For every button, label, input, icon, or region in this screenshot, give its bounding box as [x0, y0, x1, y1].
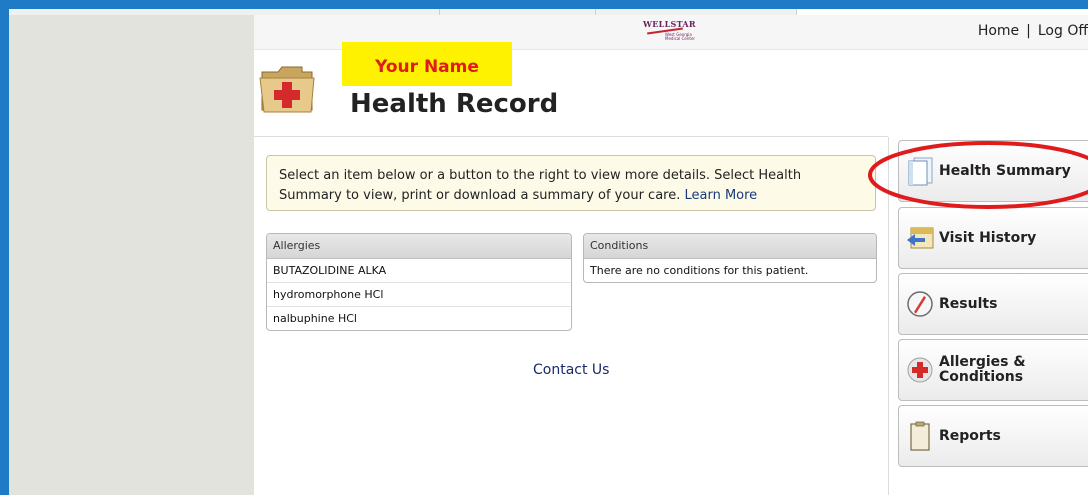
learn-more-link[interactable]: Learn More [684, 188, 757, 203]
health-folder-icon [259, 66, 315, 113]
results-icon [907, 291, 933, 317]
condition-row: There are no conditions for this patient… [590, 264, 809, 277]
allergies-conditions-button[interactable]: Allergies & Conditions [898, 339, 1088, 401]
conditions-header: Conditions [584, 234, 876, 259]
info-box: Select an item below or a button to the … [266, 155, 876, 211]
results-button[interactable]: Results [898, 273, 1088, 335]
reports-button[interactable]: Reports [898, 405, 1088, 467]
results-label: Results [939, 295, 998, 312]
home-link[interactable]: Home [978, 23, 1019, 39]
contact-us-link[interactable]: Contact Us [533, 362, 609, 378]
top-links: Home | Log Off [978, 23, 1088, 39]
your-name-highlight: Your Name [342, 42, 512, 86]
title-divider [254, 136, 888, 137]
allergies-conditions-label: Allergies & Conditions [939, 354, 1026, 385]
allergy-row[interactable]: nalbuphine HCl [267, 307, 571, 330]
logo-subtext: West Georgia Medical Center [665, 32, 696, 41]
red-cross-icon [907, 357, 933, 383]
allergies-header: Allergies [267, 234, 571, 259]
clipboard-icon [910, 421, 930, 451]
link-separator: | [1026, 23, 1031, 39]
page-title: Health Record [350, 89, 559, 119]
allergies-table: Allergies BUTAZOLIDINE ALKA hydromorphon… [266, 233, 572, 331]
allergy-row[interactable]: BUTAZOLIDINE ALKA [267, 259, 571, 283]
visit-history-button[interactable]: Visit History [898, 207, 1088, 269]
visit-history-label: Visit History [939, 229, 1037, 246]
window-top-border [0, 0, 1088, 9]
wellstar-logo: WELLSTAR West Georgia Medical Center [643, 19, 703, 45]
log-off-link[interactable]: Log Off [1038, 23, 1088, 39]
conditions-table: Conditions There are no conditions for t… [583, 233, 877, 283]
window-left-border [0, 0, 9, 495]
visit-history-icon [907, 227, 934, 249]
reports-label: Reports [939, 427, 1001, 444]
logo-text: WELLSTAR [643, 19, 696, 29]
allergy-row[interactable]: hydromorphone HCl [267, 283, 571, 307]
red-annotation-circle [868, 141, 1088, 209]
left-blank-panel [9, 15, 254, 495]
your-name-label: Your Name [375, 57, 479, 77]
